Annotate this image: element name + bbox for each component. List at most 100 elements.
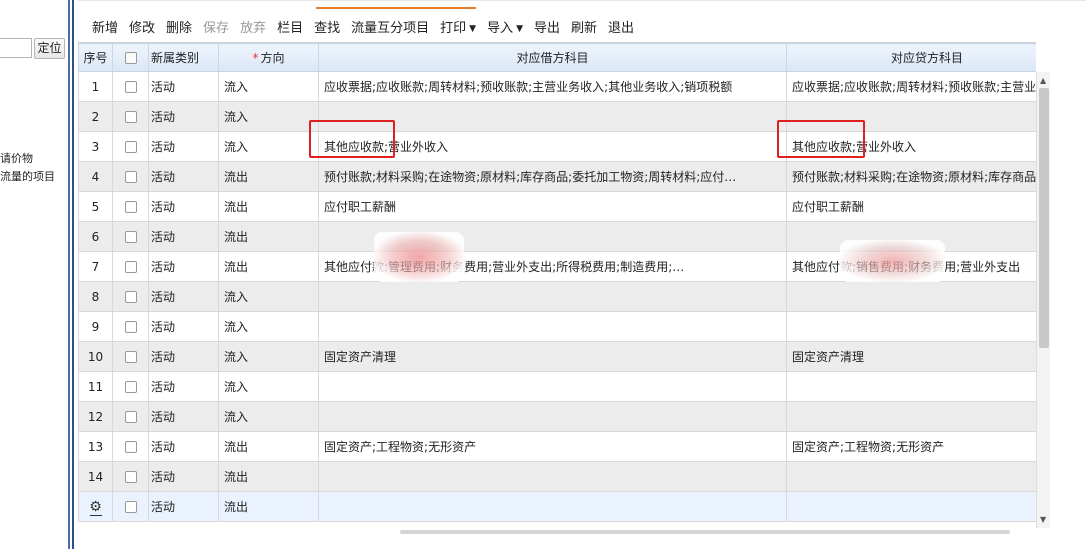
row-checkbox[interactable]	[124, 291, 137, 303]
vertical-scroll-thumb[interactable]	[1039, 88, 1049, 348]
vertical-scrollbar[interactable]: ▲ ▼	[1036, 72, 1050, 528]
cell-credit-accounts[interactable]: 其他应付款;销售费用;财务费用;营业外支出	[786, 251, 1036, 282]
toolbar-button-7[interactable]: 流量互分项目	[351, 17, 429, 36]
cell-direction[interactable]: 流出	[218, 431, 319, 462]
select-all-checkbox[interactable]	[124, 52, 137, 64]
cell-direction[interactable]: 流入	[218, 341, 319, 372]
cell-category[interactable]: 活动	[148, 281, 219, 312]
cell-credit-accounts[interactable]	[786, 461, 1036, 492]
row-checkbox[interactable]	[124, 501, 137, 513]
row-checkbox[interactable]	[124, 441, 137, 453]
cell-category[interactable]: 活动	[148, 131, 219, 162]
horizontal-scroll-thumb[interactable]	[400, 530, 1010, 534]
cell-direction[interactable]: 流出	[218, 491, 319, 522]
cell-category[interactable]: 活动	[148, 371, 219, 402]
header-debit[interactable]: 对应借方科目	[318, 43, 787, 72]
cell-credit-accounts[interactable]	[786, 281, 1036, 312]
panel-splitter[interactable]	[68, 0, 76, 549]
cell-debit-accounts[interactable]: 其他应收款;营业外收入	[318, 131, 787, 162]
row-checkbox[interactable]	[124, 111, 137, 123]
row-checkbox[interactable]	[124, 321, 137, 333]
row-checkbox[interactable]	[124, 351, 137, 363]
cell-direction[interactable]: 流入	[218, 281, 319, 312]
table-row[interactable]: 2 活动 流入	[78, 101, 1036, 132]
header-direction[interactable]: * 方向	[218, 43, 319, 72]
cell-credit-accounts[interactable]: 应收票据;应收账款;周转材料;预收账款;主营业务收入	[786, 71, 1036, 102]
cell-category[interactable]: 活动	[148, 491, 219, 522]
cell-debit-accounts[interactable]	[318, 101, 787, 132]
table-row[interactable]: 活动流出	[78, 491, 1036, 522]
cell-credit-accounts[interactable]	[786, 101, 1036, 132]
cell-direction[interactable]: 流入	[218, 131, 319, 162]
toolbar-button-0[interactable]: 新增	[92, 17, 118, 36]
cell-debit-accounts[interactable]: 应付职工薪酬	[318, 191, 787, 222]
cell-credit-accounts[interactable]: 应付职工薪酬	[786, 191, 1036, 222]
cell-category[interactable]: 活动	[148, 461, 219, 492]
header-credit[interactable]: 对应贷方科目	[786, 43, 1036, 72]
table-row[interactable]: 11 活动 流入	[78, 371, 1036, 402]
row-checkbox[interactable]	[124, 81, 137, 93]
row-checkbox[interactable]	[124, 231, 137, 243]
row-checkbox[interactable]	[124, 381, 137, 393]
scroll-up-icon[interactable]: ▲	[1040, 76, 1046, 85]
cell-debit-accounts[interactable]: 其他应付款;管理费用;财务费用;营业外支出;所得税费用;制造费用;…	[318, 251, 787, 282]
toolbar-button-2[interactable]: 删除	[166, 17, 192, 36]
table-row[interactable]: 13 活动 流出 固定资产;工程物资;无形资产 固定资产;工程物资;无形资产	[78, 431, 1036, 462]
cell-category[interactable]: 活动	[148, 311, 219, 342]
cell-category[interactable]: 活动	[148, 401, 219, 432]
horizontal-scrollbar[interactable]	[78, 530, 1036, 536]
toolbar-button-1[interactable]: 修改	[129, 17, 155, 36]
toolbar-button-4[interactable]: 放弃	[240, 17, 266, 36]
gear-icon[interactable]	[89, 500, 103, 516]
table-row[interactable]: 4 活动 流出 预付账款;材料采购;在途物资;原材料;库存商品;委托加工物资;周转材料…	[78, 161, 1036, 192]
table-row[interactable]: 9 活动 流入	[78, 311, 1036, 342]
cell-debit-accounts[interactable]	[318, 221, 787, 252]
toolbar-button-10[interactable]: 导出	[534, 17, 560, 36]
cell-debit-accounts[interactable]	[318, 401, 787, 432]
cell-credit-accounts[interactable]: 其他应收款;营业外收入	[786, 131, 1036, 162]
table-row[interactable]: 6 活动 流出	[78, 221, 1036, 252]
cell-debit-accounts[interactable]: 预付账款;材料采购;在途物资;原材料;库存商品;委托加工物资;周转材料;应付…	[318, 161, 787, 192]
cell-debit-accounts[interactable]	[318, 311, 787, 342]
table-row[interactable]: 5 活动 流出 应付职工薪酬 应付职工薪酬	[78, 191, 1036, 222]
row-checkbox[interactable]	[124, 201, 137, 213]
cell-category[interactable]: 活动	[148, 101, 219, 132]
cell-category[interactable]: 活动	[148, 251, 219, 282]
cell-credit-accounts[interactable]	[786, 311, 1036, 342]
table-row[interactable]: 1 活动 流入 应收票据;应收账款;周转材料;预收账款;主营业务收入;其他业务收入;销…	[78, 71, 1036, 102]
toolbar-button-3[interactable]: 保存	[203, 17, 229, 36]
toolbar-button-8[interactable]: 打印 ▼	[440, 17, 476, 36]
header-category[interactable]: 新属类别	[148, 43, 219, 72]
toolbar-button-5[interactable]: 栏目	[277, 17, 303, 36]
cell-direction[interactable]: 流出	[218, 161, 319, 192]
cell-debit-accounts[interactable]: 应收票据;应收账款;周转材料;预收账款;主营业务收入;其他业务收入;销项税额	[318, 71, 787, 102]
toolbar-button-12[interactable]: 退出	[608, 17, 634, 36]
cell-category[interactable]: 活动	[148, 191, 219, 222]
cell-debit-accounts[interactable]	[318, 371, 787, 402]
cell-debit-accounts[interactable]: 固定资产清理	[318, 341, 787, 372]
table-row[interactable]: 14 活动 流出	[78, 461, 1036, 492]
row-checkbox[interactable]	[124, 171, 137, 183]
cell-direction[interactable]: 流入	[218, 311, 319, 342]
cell-debit-accounts[interactable]: 固定资产;工程物资;无形资产	[318, 431, 787, 462]
cell-credit-accounts[interactable]	[786, 401, 1036, 432]
cell-category[interactable]: 活动	[148, 341, 219, 372]
cell-credit-accounts[interactable]	[786, 491, 1036, 522]
row-checkbox[interactable]	[124, 261, 137, 273]
cell-credit-accounts[interactable]: 预付账款;材料采购;在途物资;原材料;库存商品	[786, 161, 1036, 192]
row-checkbox[interactable]	[124, 471, 137, 483]
cell-credit-accounts[interactable]: 固定资产;工程物资;无形资产	[786, 431, 1036, 462]
cell-category[interactable]: 活动	[148, 221, 219, 252]
table-row[interactable]: 12 活动 流入	[78, 401, 1036, 432]
table-row[interactable]: 3 活动 流入 其他应收款;营业外收入 其他应收款;营业外收入	[78, 131, 1036, 162]
cell-direction[interactable]: 流入	[218, 401, 319, 432]
cell-category[interactable]: 活动	[148, 71, 219, 102]
cell-debit-accounts[interactable]	[318, 461, 787, 492]
cell-credit-accounts[interactable]: 固定资产清理	[786, 341, 1036, 372]
table-row[interactable]: 8 活动 流入	[78, 281, 1036, 312]
cell-direction[interactable]: 流出	[218, 461, 319, 492]
table-row[interactable]: 10 活动 流入 固定资产清理 固定资产清理	[78, 341, 1036, 372]
cell-direction[interactable]: 流入	[218, 371, 319, 402]
cell-direction[interactable]: 流入	[218, 101, 319, 132]
cell-credit-accounts[interactable]	[786, 221, 1036, 252]
